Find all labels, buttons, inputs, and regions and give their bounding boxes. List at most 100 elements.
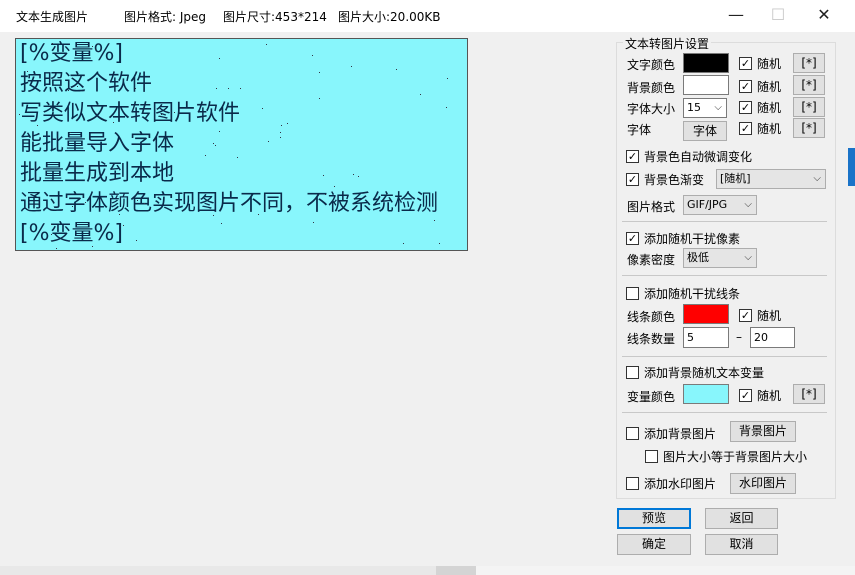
bg-color-variable-button[interactable]: [*]: [793, 75, 825, 95]
noise-pixel: [92, 246, 93, 247]
check-icon: ✓: [626, 232, 639, 245]
noise-pixel: [19, 114, 20, 115]
noise-pixel: [312, 55, 313, 56]
font-label: 字体: [627, 123, 652, 137]
variable-color-swatch[interactable]: [683, 384, 729, 404]
noise-pixel: [27, 71, 28, 72]
preview-line: 通过字体颜色实现图片不同，不被系统检测: [20, 191, 439, 216]
maximize-icon: ☐: [770, 5, 786, 24]
noise-pixel: [353, 174, 354, 175]
image-filesize-info: 图片大小:20.00KB: [338, 10, 441, 24]
noise-pixels-checkbox[interactable]: ✓ 添加随机干扰像素: [626, 230, 740, 247]
text-color-variable-button[interactable]: [*]: [793, 53, 825, 73]
line-count-max-input[interactable]: 20: [750, 327, 795, 348]
noise-pixel: [85, 202, 86, 203]
close-icon: ✕: [817, 5, 831, 24]
noise-pixel: [77, 86, 78, 87]
line-color-random-checkbox[interactable]: ✓ 随机: [739, 307, 781, 324]
noise-pixel: [447, 78, 448, 79]
bg-color-random-checkbox[interactable]: ✓ 随机: [739, 78, 781, 95]
noise-pixel: [144, 203, 145, 204]
bg-image-button[interactable]: 背景图片: [730, 421, 796, 442]
noise-pixel: [323, 175, 324, 176]
image-format-select[interactable]: GIF/JPG ⌵: [683, 195, 757, 215]
check-icon: ✓: [739, 57, 752, 70]
noise-lines-checkbox[interactable]: 添加随机干扰线条: [626, 285, 740, 302]
noise-pixel: [113, 122, 114, 123]
noise-pixel: [280, 132, 281, 133]
noise-pixel: [174, 112, 175, 113]
watermark-button[interactable]: 水印图片: [730, 473, 796, 494]
noise-pixel: [68, 90, 69, 91]
bg-text-variable-checkbox[interactable]: 添加背景随机文本变量: [626, 364, 764, 381]
noise-pixel: [403, 243, 404, 244]
line-count-min-input[interactable]: 5: [683, 327, 729, 348]
noise-pixel: [219, 58, 220, 59]
noise-pixel: [221, 223, 222, 224]
variable-color-variable-button[interactable]: [*]: [793, 384, 825, 404]
variable-color-random-checkbox[interactable]: ✓ 随机: [739, 387, 781, 404]
divider: [622, 275, 827, 276]
check-icon: ✓: [739, 101, 752, 114]
font-variable-button[interactable]: [*]: [793, 118, 825, 138]
divider: [622, 221, 827, 222]
pixel-density-select[interactable]: 极低 ⌵: [683, 248, 757, 268]
noise-pixel: [240, 88, 241, 89]
background-window-bottom: [0, 566, 855, 575]
size-equal-bg-checkbox[interactable]: 图片大小等于背景图片大小: [645, 448, 807, 465]
bg-gradient-select[interactable]: [随机] ⌵: [716, 169, 826, 189]
noise-pixel: [219, 131, 220, 132]
font-size-random-checkbox[interactable]: ✓ 随机: [739, 99, 781, 116]
check-icon: ✓: [739, 309, 752, 322]
image-size-info: 图片尺寸:453*214: [223, 10, 327, 24]
watermark-checkbox[interactable]: 添加水印图片: [626, 475, 716, 492]
back-button[interactable]: 返回: [705, 508, 778, 529]
noise-pixel: [51, 224, 52, 225]
font-size-select[interactable]: 15 ⌵: [683, 98, 727, 118]
text-color-label: 文字颜色: [627, 58, 676, 72]
noise-pixel: [446, 107, 447, 108]
text-color-random-checkbox[interactable]: ✓ 随机: [739, 55, 781, 72]
noise-pixel: [216, 88, 217, 89]
noise-pixel: [52, 43, 53, 44]
bg-auto-adjust-checkbox[interactable]: ✓ 背景色自动微调变化: [626, 148, 752, 165]
noise-pixel: [137, 200, 138, 201]
noise-pixel: [95, 49, 96, 50]
noise-pixel: [161, 114, 162, 115]
noise-pixel: [334, 186, 335, 187]
cancel-button[interactable]: 取消: [705, 534, 778, 555]
noise-pixel: [237, 157, 238, 158]
noise-pixel: [213, 215, 214, 216]
noise-pixel: [358, 176, 359, 177]
noise-pixel: [215, 145, 216, 146]
text-color-swatch[interactable]: [683, 53, 729, 73]
image-format-info: 图片格式: Jpeg: [124, 10, 207, 24]
ok-button[interactable]: 确定: [617, 534, 691, 555]
image-format-label: 图片格式: [627, 200, 676, 214]
bg-gradient-checkbox[interactable]: ✓ 背景色渐变: [626, 171, 704, 188]
bg-color-swatch[interactable]: [683, 75, 729, 95]
bg-image-checkbox[interactable]: 添加背景图片: [626, 425, 716, 442]
noise-pixel: [92, 46, 93, 47]
check-icon: ✓: [626, 150, 639, 163]
chevron-down-icon: ⌵: [714, 102, 722, 113]
noise-pixel: [319, 72, 320, 73]
minimize-button[interactable]: —: [713, 0, 759, 32]
chevron-down-icon: ⌵: [813, 173, 821, 184]
font-picker-button[interactable]: 字体: [683, 121, 727, 141]
noise-pixel: [119, 214, 120, 215]
window-title: 文本生成图片: [16, 10, 89, 24]
font-random-checkbox[interactable]: ✓ 随机: [739, 120, 781, 137]
settings-group-title: 文本转图片设置: [623, 35, 712, 52]
noise-pixel: [228, 88, 229, 89]
close-button[interactable]: ✕: [801, 0, 847, 32]
line-color-swatch[interactable]: [683, 304, 729, 324]
maximize-button: ☐: [755, 0, 801, 32]
noise-pixel: [56, 248, 57, 249]
font-size-variable-button[interactable]: [*]: [793, 97, 825, 117]
line-count-label: 线条数量: [627, 332, 676, 346]
preview-button[interactable]: 预览: [617, 508, 691, 529]
noise-pixel: [258, 214, 259, 215]
chevron-down-icon: ⌵: [744, 252, 752, 263]
preview-line: [%变量%]: [20, 41, 123, 66]
